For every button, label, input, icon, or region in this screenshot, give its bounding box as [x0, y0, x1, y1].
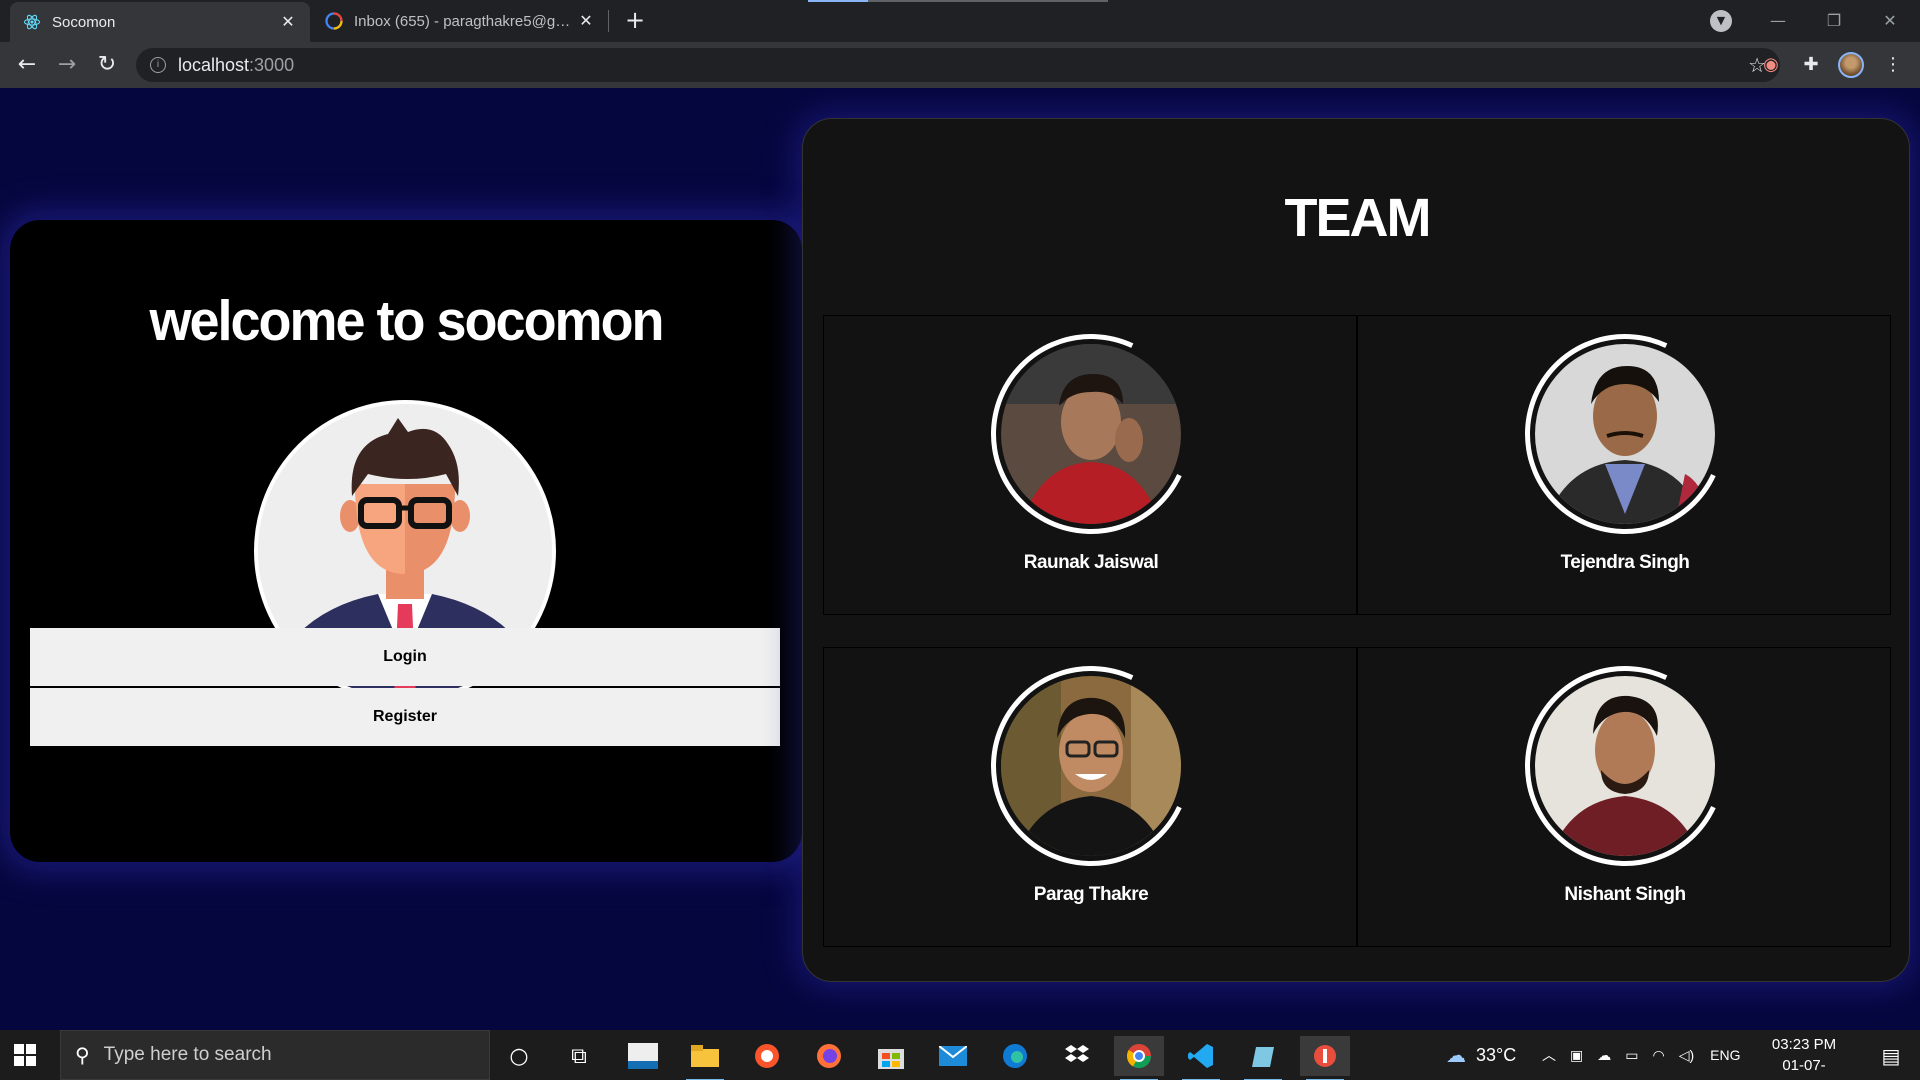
weather-cloud-icon: ☁ [1446, 1044, 1466, 1067]
chrome-icon[interactable] [1114, 1036, 1164, 1080]
profile-avatar[interactable] [1838, 52, 1864, 78]
browser-toolbar: ← → ↻ i localhost:3000 ☆ ◉ ✚ ⋮ [0, 42, 1920, 88]
search-icon: ⚲ [75, 1044, 90, 1067]
firefox-icon[interactable] [804, 1036, 854, 1076]
reload-icon[interactable]: ↻ [92, 50, 122, 80]
welcome-title: welcome to socomon [149, 289, 664, 353]
team-title: TEAM [1284, 188, 1432, 248]
amazon-icon[interactable] [618, 1036, 668, 1076]
team-member-card: Raunak Jaiswal [823, 305, 1357, 615]
dropbox-icon[interactable] [1052, 1036, 1102, 1076]
system-tray-icons: ︿ ▣ ☁ ▭ ◠ ◁) ENG [1542, 1030, 1740, 1080]
windows-taskbar: ⚲ Type here to search ○ ⧉ ☁ 33°C ︿ ▣ ☁ ▭… [0, 1030, 1920, 1080]
member-photo [1001, 344, 1181, 524]
team-member-card: Tejendra Singh [1357, 305, 1891, 615]
back-icon[interactable]: ← [12, 50, 42, 80]
screen-record-icon[interactable]: ◉ [1758, 52, 1784, 78]
brave-icon[interactable] [742, 1036, 792, 1076]
site-info-icon[interactable]: i [150, 57, 166, 73]
tab-inbox[interactable]: Inbox (655) - paragthakre5@gmail.com ✕ [312, 0, 608, 42]
extensions-puzzle-icon[interactable]: ✚ [1798, 52, 1824, 78]
new-tab-button[interactable]: + [622, 8, 648, 34]
address-bar[interactable]: i localhost:3000 ☆ [136, 48, 1780, 82]
minimize-icon[interactable]: — [1758, 6, 1798, 36]
gmail-icon [324, 11, 344, 31]
tab-search-icon[interactable]: ▼ [1710, 10, 1732, 32]
member-name: Nishant Singh [1564, 884, 1686, 905]
team-card: TEAM Raunak Jaiswal Tejendra Singh Parag… [802, 118, 1910, 982]
clock-time: 03:23 PM [1771, 1036, 1837, 1053]
tab-title: Inbox (655) - paragthakre5@gmail.com [354, 12, 576, 30]
chevron-up-icon[interactable]: ︿ [1542, 1045, 1556, 1065]
close-tab-icon[interactable]: ✕ [278, 12, 298, 32]
search-placeholder: Type here to search [103, 1044, 272, 1065]
tab-socomon[interactable]: Socomon ✕ [10, 2, 310, 42]
taskbar-search-box[interactable]: ⚲ Type here to search [60, 1030, 490, 1080]
tab-title: Socomon [52, 13, 116, 31]
register-button[interactable]: Register [30, 688, 780, 746]
forward-icon[interactable]: → [52, 50, 82, 80]
taskbar-clock[interactable]: 03:23 PM 01-07-2021 [1766, 1034, 1842, 1080]
member-name: Raunak Jaiswal [1023, 552, 1159, 573]
cortana-icon[interactable]: ○ [494, 1036, 544, 1076]
microsoft-store-icon[interactable] [866, 1036, 916, 1076]
address-port: :3000 [249, 54, 295, 75]
member-name: Tejendra Singh [1560, 552, 1690, 573]
browser-tabstrip: Socomon ✕ Inbox (655) - paragthakre5@gma… [0, 0, 1920, 42]
mail-icon[interactable] [928, 1036, 978, 1076]
git-tool-icon[interactable] [1300, 1036, 1350, 1080]
windows-start-icon[interactable] [14, 1044, 36, 1066]
wifi-icon[interactable]: ◠ [1652, 1047, 1664, 1064]
language-indicator[interactable]: ENG [1710, 1047, 1740, 1063]
meet-now-icon[interactable]: ▣ [1570, 1047, 1583, 1064]
onedrive-cloud-icon[interactable]: ☁ [1597, 1047, 1611, 1064]
close-tab-icon[interactable]: ✕ [576, 11, 596, 31]
address-host: localhost [178, 54, 250, 75]
battery-icon[interactable]: ▭ [1625, 1047, 1638, 1064]
team-member-card: Parag Thakre [823, 637, 1357, 947]
member-name: Parag Thakre [1033, 884, 1149, 905]
login-button[interactable]: Login [30, 628, 780, 686]
restore-icon[interactable]: ❐ [1814, 6, 1854, 36]
welcome-card: welcome to socomon Login Register [10, 220, 802, 862]
volume-icon[interactable]: ◁) [1679, 1047, 1694, 1064]
task-view-icon[interactable]: ⧉ [554, 1036, 604, 1076]
page-viewport: welcome to socomon Login Register TEAM R… [0, 88, 1920, 1030]
edge-icon[interactable] [990, 1036, 1040, 1076]
loading-indicator [808, 0, 1108, 2]
react-icon [22, 12, 42, 32]
close-window-icon[interactable]: ✕ [1870, 6, 1910, 36]
member-photo [1001, 676, 1181, 856]
file-explorer-icon[interactable] [680, 1036, 730, 1080]
weather-temperature: 33°C [1476, 1044, 1517, 1065]
notes-app-icon[interactable] [1238, 1036, 1288, 1080]
notification-center-icon[interactable]: ▤ [1866, 1036, 1916, 1076]
vscode-icon[interactable] [1176, 1036, 1226, 1080]
team-member-card: Nishant Singh [1357, 637, 1891, 947]
tab-separator [608, 10, 609, 32]
clock-date: 01-07-2021 [1782, 1057, 1826, 1080]
member-photo [1535, 344, 1715, 524]
weather-widget[interactable]: ☁ 33°C [1446, 1030, 1516, 1080]
menu-kebab-icon[interactable]: ⋮ [1880, 52, 1906, 78]
member-photo [1535, 676, 1715, 856]
